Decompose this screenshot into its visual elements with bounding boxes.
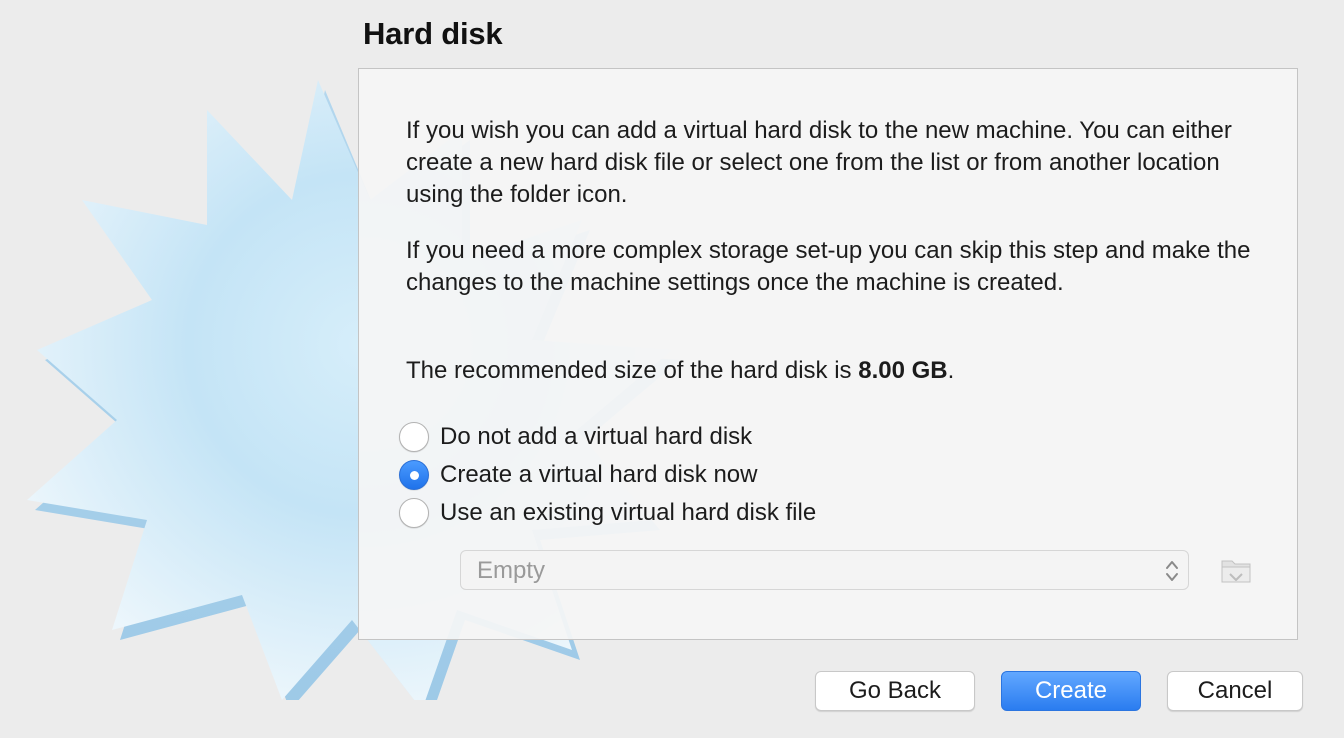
- recommended-prefix: The recommended size of the hard disk is: [406, 357, 859, 384]
- folder-icon[interactable]: [1219, 553, 1253, 587]
- recommended-size-value: 8.00 GB: [858, 357, 948, 384]
- storage-paragraph: If you need a more complex storage set-u…: [406, 237, 1251, 296]
- recommended-size-text: The recommended size of the hard disk is…: [406, 355, 1266, 387]
- radio-label: Create a virtual hard disk now: [440, 461, 758, 488]
- radio-label: Use an existing virtual hard disk file: [440, 499, 817, 526]
- intro-paragraph: If you wish you can add a virtual hard d…: [406, 117, 1232, 208]
- radio-button[interactable]: [399, 422, 429, 452]
- radio-existing-disk[interactable]: Use an existing virtual hard disk file: [399, 496, 816, 530]
- cancel-button[interactable]: Cancel: [1167, 671, 1303, 711]
- create-button[interactable]: Create: [1001, 671, 1141, 711]
- disk-file-select-value: Empty: [477, 557, 546, 584]
- chevron-updown-icon: [1166, 561, 1178, 581]
- content-panel: If you wish you can add a virtual hard d…: [358, 68, 1298, 640]
- radio-no-disk[interactable]: Do not add a virtual hard disk: [399, 420, 752, 454]
- radio-label: Do not add a virtual hard disk: [440, 423, 753, 450]
- page-title: Hard disk: [363, 16, 503, 51]
- radio-button-selected[interactable]: [399, 460, 429, 490]
- radio-create-disk[interactable]: Create a virtual hard disk now: [399, 458, 757, 492]
- disk-file-select[interactable]: Empty: [460, 550, 1189, 590]
- recommended-suffix: .: [947, 357, 955, 384]
- radio-button[interactable]: [399, 498, 429, 528]
- wizard-window: Hard disk If you wish you can add a virt…: [0, 0, 1344, 738]
- go-back-button[interactable]: Go Back: [815, 671, 975, 711]
